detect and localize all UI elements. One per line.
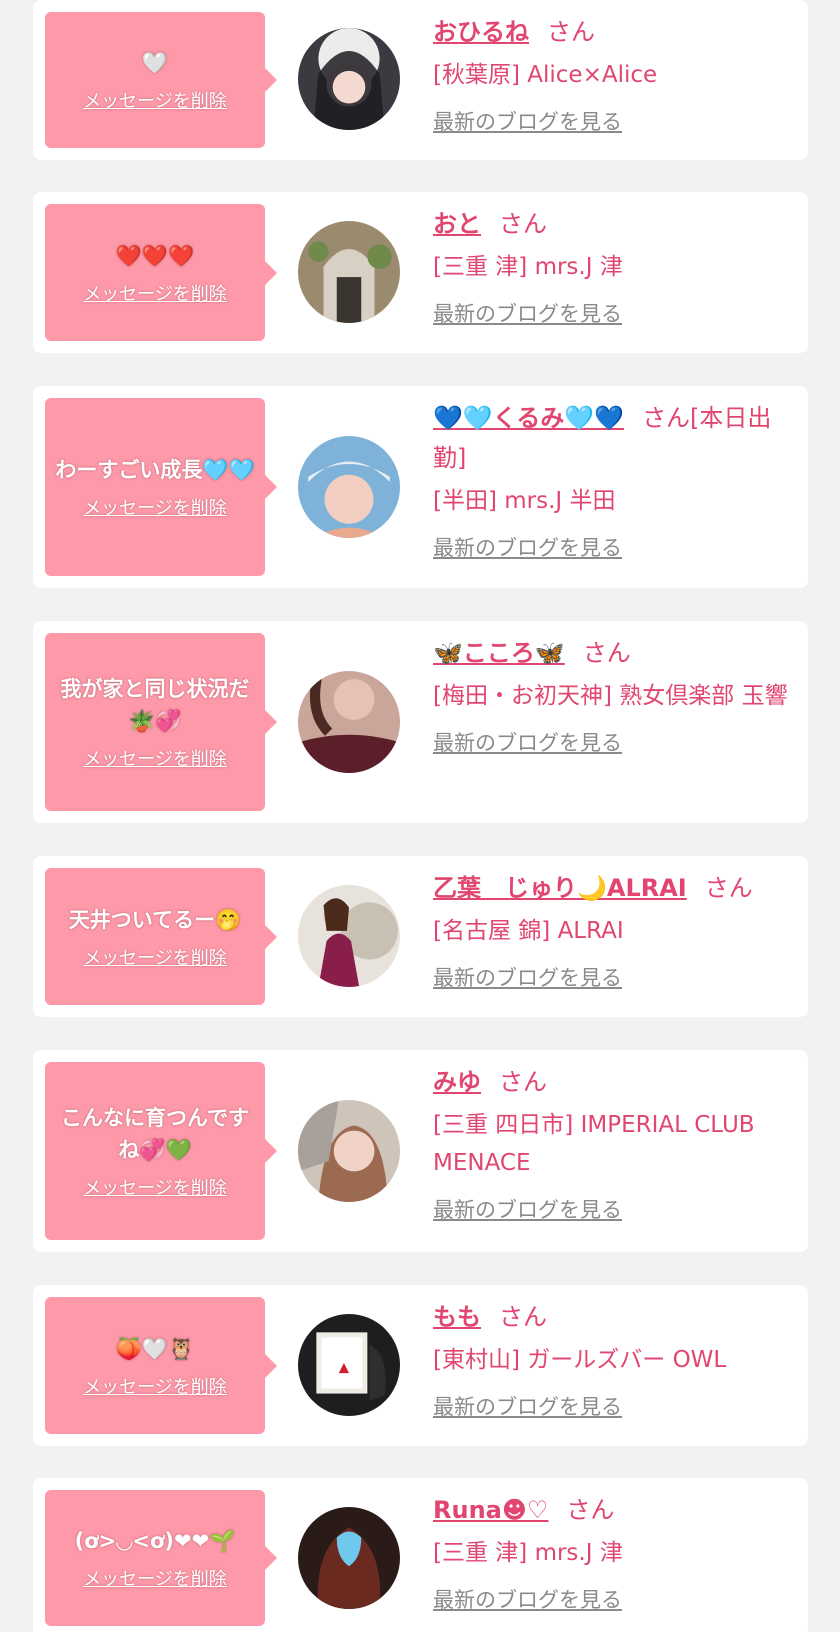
latest-blog-link[interactable]: 最新のブログを見る bbox=[433, 962, 622, 992]
sender-name-link[interactable]: 乙葉 じゅり🌙ALRAI bbox=[433, 874, 687, 902]
honorific: さん bbox=[566, 1496, 615, 1524]
message-bubble: 我が家と同じ状況だ🪴💞 メッセージを削除 bbox=[45, 633, 277, 811]
shop-label: [半田] mrs.J 半田 bbox=[433, 488, 616, 514]
delete-message-link[interactable]: メッセージを削除 bbox=[83, 280, 227, 306]
latest-blog-link[interactable]: 最新のブログを見る bbox=[433, 1194, 622, 1224]
delete-message-link[interactable]: メッセージを削除 bbox=[83, 494, 227, 520]
avatar[interactable] bbox=[298, 1314, 400, 1416]
message-text: 🤍 bbox=[141, 51, 169, 75]
shop-label: [秋葉原] Alice×Alice bbox=[433, 62, 658, 88]
message-card: 🍑🤍🦉 メッセージを削除 もも さん [東村山] ガールズバー OWL 最新のブロ… bbox=[33, 1285, 808, 1446]
delete-message-link[interactable]: メッセージを削除 bbox=[83, 1565, 227, 1591]
message-card: ❤️❤️❤️ メッセージを削除 おと さん [三重 津] mrs.J 津 最新のブ… bbox=[33, 192, 808, 353]
message-bubble: ❤️❤️❤️ メッセージを削除 bbox=[45, 204, 277, 341]
avatar[interactable] bbox=[298, 1507, 400, 1609]
message-bubble: わーすごい成長🩵🩵 メッセージを削除 bbox=[45, 398, 277, 576]
delete-message-link[interactable]: メッセージを削除 bbox=[83, 745, 227, 771]
shop-label: [三重 四日市] IMPERIAL CLUB MENACE bbox=[433, 1112, 755, 1176]
avatar[interactable] bbox=[298, 28, 400, 130]
avatar[interactable] bbox=[298, 671, 400, 773]
honorific: さん bbox=[547, 18, 595, 46]
latest-blog-link[interactable]: 最新のブログを見る bbox=[433, 1584, 622, 1614]
latest-blog-link[interactable]: 最新のブログを見る bbox=[433, 106, 622, 136]
sender-info: 💙🩵くるみ🩵💙 さん[本日出勤] [半田] mrs.J 半田 最新のブログを見る bbox=[433, 398, 793, 562]
delete-message-link[interactable]: メッセージを削除 bbox=[83, 944, 227, 970]
message-text: わーすごい成長🩵🩵 bbox=[55, 458, 255, 482]
shop-label: [三重 津] mrs.J 津 bbox=[433, 254, 623, 280]
sender-info: 🦋こころ🦋 さん [梅田・お初天神] 熟女倶楽部 玉響 最新のブログを見る bbox=[433, 633, 793, 757]
latest-blog-link[interactable]: 最新のブログを見る bbox=[433, 532, 622, 562]
message-bubble: (ơ>◡<ơ)❤❤🌱 メッセージを削除 bbox=[45, 1490, 277, 1626]
message-text: (ơ>◡<ơ)❤❤🌱 bbox=[74, 1529, 236, 1553]
avatar[interactable] bbox=[298, 221, 400, 323]
shop-label: [名古屋 錦] ALRAI bbox=[433, 918, 624, 944]
message-card: わーすごい成長🩵🩵 メッセージを削除 💙🩵くるみ🩵💙 さん[本日出勤] [半田] … bbox=[33, 386, 808, 588]
sender-info: 乙葉 じゅり🌙ALRAI さん [名古屋 錦] ALRAI 最新のブログを見る bbox=[433, 868, 793, 992]
sender-name-link[interactable]: おと bbox=[433, 210, 481, 238]
latest-blog-link[interactable]: 最新のブログを見る bbox=[433, 727, 622, 757]
avatar[interactable] bbox=[298, 1100, 400, 1202]
message-text: ❤️❤️❤️ bbox=[115, 243, 195, 268]
message-text: こんなに育つんですね💞💚 bbox=[61, 1106, 249, 1162]
sender-info: おと さん [三重 津] mrs.J 津 最新のブログを見る bbox=[433, 204, 793, 328]
sender-info: みゆ さん [三重 四日市] IMPERIAL CLUB MENACE 最新のブロ… bbox=[433, 1062, 793, 1224]
sender-name-link[interactable]: みゆ bbox=[433, 1068, 481, 1096]
sender-name-link[interactable]: 💙🩵くるみ🩵💙 bbox=[433, 404, 624, 432]
sender-name-link[interactable]: Runa☻♡ bbox=[433, 1496, 548, 1524]
honorific: さん bbox=[499, 210, 547, 238]
message-bubble: 天井ついてるー🤭 メッセージを削除 bbox=[45, 868, 277, 1005]
shop-label: [東村山] ガールズバー OWL bbox=[433, 1347, 727, 1373]
message-text: 我が家と同じ状況だ🪴💞 bbox=[60, 677, 250, 733]
sender-info: Runa☻♡ さん [三重 津] mrs.J 津 最新のブログを見る bbox=[433, 1490, 793, 1614]
message-card: (ơ>◡<ơ)❤❤🌱 メッセージを削除 Runa☻♡ さん [三重 津] mrs.… bbox=[33, 1478, 808, 1632]
message-text: 🍑🤍🦉 bbox=[115, 1336, 195, 1361]
avatar[interactable] bbox=[298, 436, 400, 538]
message-bubble: 🤍 メッセージを削除 bbox=[45, 12, 277, 148]
delete-message-link[interactable]: メッセージを削除 bbox=[83, 87, 227, 113]
message-card: こんなに育つんですね💞💚 メッセージを削除 みゆ さん [三重 四日市] IMPE… bbox=[33, 1050, 808, 1252]
message-text: 天井ついてるー🤭 bbox=[68, 907, 242, 932]
delete-message-link[interactable]: メッセージを削除 bbox=[83, 1373, 227, 1399]
sender-info: もも さん [東村山] ガールズバー OWL 最新のブログを見る bbox=[433, 1297, 793, 1421]
message-bubble: 🍑🤍🦉 メッセージを削除 bbox=[45, 1297, 277, 1434]
avatar[interactable] bbox=[298, 885, 400, 987]
sender-info: おひるね さん [秋葉原] Alice×Alice 最新のブログを見る bbox=[433, 12, 793, 136]
message-card: 🤍 メッセージを削除 おひるね さん [秋葉原] Alice×Alice 最新のブ… bbox=[33, 0, 808, 160]
message-card: 我が家と同じ状況だ🪴💞 メッセージを削除 🦋こころ🦋 さん [梅田・お初天神] 熟… bbox=[33, 621, 808, 823]
sender-name-link[interactable]: 🦋こころ🦋 bbox=[433, 639, 565, 667]
latest-blog-link[interactable]: 最新のブログを見る bbox=[433, 1391, 622, 1421]
honorific: さん bbox=[582, 639, 631, 667]
delete-message-link[interactable]: メッセージを削除 bbox=[83, 1174, 227, 1200]
shop-label: [三重 津] mrs.J 津 bbox=[433, 1540, 623, 1566]
message-bubble: こんなに育つんですね💞💚 メッセージを削除 bbox=[45, 1062, 277, 1240]
honorific: さん bbox=[704, 874, 753, 902]
sender-name-link[interactable]: もも bbox=[433, 1303, 481, 1331]
sender-name-link[interactable]: おひるね bbox=[433, 18, 529, 46]
latest-blog-link[interactable]: 最新のブログを見る bbox=[433, 298, 622, 328]
honorific: さん bbox=[499, 1068, 547, 1096]
shop-label: [梅田・お初天神] 熟女倶楽部 玉響 bbox=[433, 683, 788, 709]
honorific: さん bbox=[499, 1303, 547, 1331]
message-card: 天井ついてるー🤭 メッセージを削除 乙葉 じゅり🌙ALRAI さん [名古屋 錦]… bbox=[33, 856, 808, 1017]
